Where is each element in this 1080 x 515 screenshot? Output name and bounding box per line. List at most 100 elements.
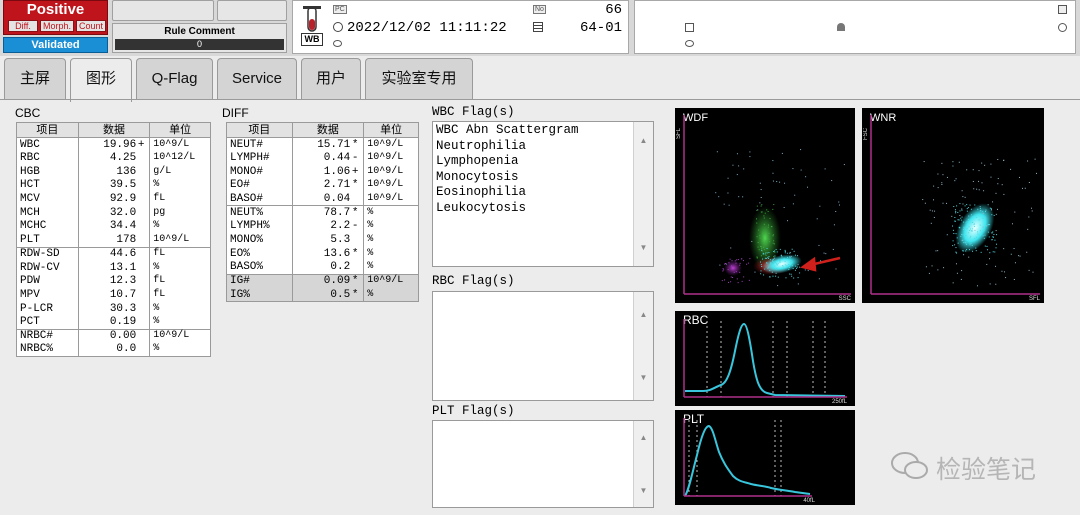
sample-number: 66 (605, 2, 622, 18)
row-flag: - (351, 152, 359, 165)
header-item: 项目 (16, 122, 79, 138)
row-value-cell: 39.5 (77, 178, 151, 193)
row-unit: % (363, 288, 419, 303)
row-item: RDW-SD (16, 246, 79, 261)
row-item: MONO# (226, 164, 293, 179)
result-status-box: Positive Diff. Morph. Count (3, 0, 108, 35)
flag-item[interactable]: Leukocytosis (433, 201, 653, 217)
plt-flags-title: PLT Flag(s) (432, 404, 515, 418)
rbc-histogram[interactable]: RBC 250fL (675, 311, 855, 406)
row-value: 0.5 (330, 288, 351, 301)
row-item: IG# (226, 273, 293, 289)
row-flag: * (351, 288, 359, 301)
row-value: 0.19 (109, 316, 137, 329)
rbc-flags-list[interactable]: ▲ ▼ (432, 291, 654, 401)
row-flag: * (351, 138, 359, 151)
table-row: RDW-SD 44.6 fL (16, 246, 211, 261)
flag-item[interactable]: Lymphopenia (433, 154, 653, 170)
row-value: 0.2 (330, 261, 351, 274)
scroll-down-icon: ▼ (639, 373, 648, 382)
doctor-icon (1058, 23, 1067, 32)
row-unit: % (149, 178, 211, 193)
row-value-cell: 32.0 (77, 205, 151, 220)
row-value-cell: 92.9 (77, 192, 151, 206)
row-unit: % (149, 342, 211, 357)
plt-flags-scrollbar[interactable]: ▲ ▼ (633, 421, 653, 507)
row-value: 13.6 (323, 247, 351, 260)
blank-button-2[interactable] (217, 0, 287, 21)
header-unit: 单位 (149, 122, 211, 138)
cbc-title: CBC (15, 106, 41, 120)
row-value-cell: 0.2 (291, 260, 365, 275)
row-unit: 10^9/L (149, 137, 211, 152)
wdf-scattergram[interactable]: WDF SFL SSC (675, 108, 855, 303)
flag-item[interactable]: WBC Abn Scattergram (433, 123, 653, 139)
row-value-cell: 13.1 (77, 260, 151, 275)
row-value-cell: 0.04 (291, 192, 365, 206)
row-item: RDW-CV (16, 260, 79, 275)
row-item: MCHC (16, 219, 79, 234)
table-row: MCV 92.9 fL (16, 192, 211, 206)
flag-item[interactable]: Eosinophilia (433, 185, 653, 201)
rack-icon (533, 22, 543, 32)
plt-flags-list[interactable]: ▲ ▼ (432, 420, 654, 508)
row-value-cell: 1.06 + (291, 164, 365, 179)
row-value-cell: 78.7 * (291, 205, 365, 220)
row-value: 39.5 (109, 179, 137, 192)
clock-icon (333, 22, 343, 32)
table-row: NEUT% 78.7 *% (226, 205, 419, 220)
tab-service[interactable]: Service (217, 58, 297, 100)
tab-graph[interactable]: 图形 (70, 58, 132, 102)
row-value-cell: 4.25 (77, 151, 151, 165)
table-row: PLT 178 10^9/L (16, 233, 211, 247)
row-item: LYMPH# (226, 151, 293, 165)
rule-comment-label: Rule Comment (164, 26, 235, 37)
row-value-cell: 19.96 + (77, 137, 151, 152)
rbc-flags-scrollbar[interactable]: ▲ ▼ (633, 292, 653, 400)
wnr-scattergram[interactable]: WNR FSC SFL (862, 108, 1044, 303)
row-flag: * (351, 275, 359, 288)
table-row: MCH 32.0 pg (16, 205, 211, 220)
row-item: EO% (226, 247, 293, 261)
row-value-cell: 0.19 (77, 315, 151, 330)
tab-q-flag[interactable]: Q-Flag (136, 58, 213, 100)
row-value: 78.7 (323, 207, 351, 220)
watermark-text: 检验笔记 (936, 456, 1037, 484)
wbc-flags-list[interactable]: WBC Abn Scattergram Neutrophilia Lymphopen… (432, 121, 654, 267)
row-value: 2.2 (330, 220, 351, 233)
row-unit: 10^9/L (149, 233, 211, 247)
flag-item[interactable]: Monocytosis (433, 170, 653, 186)
table-row: MONO% 5.3% (226, 233, 419, 247)
tab-user[interactable]: 用户 (301, 58, 361, 100)
scroll-up-icon: ▲ (639, 310, 648, 319)
morph-chip: Morph. (40, 20, 74, 32)
rule-comment-value: 0 (115, 39, 284, 50)
rbc-flags-title: RBC Flag(s) (432, 274, 515, 288)
row-item: NRBC% (16, 342, 79, 357)
table-row: EO# 2.71 * 10^9/L (226, 178, 419, 193)
row-value: 44.6 (109, 248, 137, 261)
row-value-cell: 0.09 * (291, 273, 365, 289)
row-item: HCT (16, 178, 79, 193)
row-item: MCH (16, 205, 79, 220)
row-unit: % (363, 219, 419, 234)
building-icon (1058, 5, 1067, 14)
scroll-up-icon: ▲ (639, 433, 648, 442)
scroll-down-icon: ▼ (639, 486, 648, 495)
row-value-cell: 5.3 (291, 233, 365, 247)
row-unit: pg (149, 205, 211, 220)
plt-histogram[interactable]: PLT 40fL (675, 410, 855, 505)
header-item: 项目 (226, 122, 293, 138)
wbc-flags-scrollbar[interactable]: ▲ ▼ (633, 122, 653, 266)
blank-button-1[interactable] (112, 0, 214, 21)
row-unit: % (149, 260, 211, 275)
table-row: PCT 0.19% (16, 315, 211, 330)
table-row: NRBC% 0.0% (16, 342, 211, 357)
rule-comment-box[interactable]: Rule Comment 0 (112, 23, 287, 53)
tab-lab[interactable]: 实验室专用 (365, 58, 473, 100)
table-row: WBC 19.96 +10^9/L (16, 137, 211, 152)
tab-main[interactable]: 主屏 (4, 58, 66, 100)
row-item: NEUT% (226, 205, 293, 220)
row-value: 32.0 (109, 206, 137, 219)
flag-item[interactable]: Neutrophilia (433, 139, 653, 155)
